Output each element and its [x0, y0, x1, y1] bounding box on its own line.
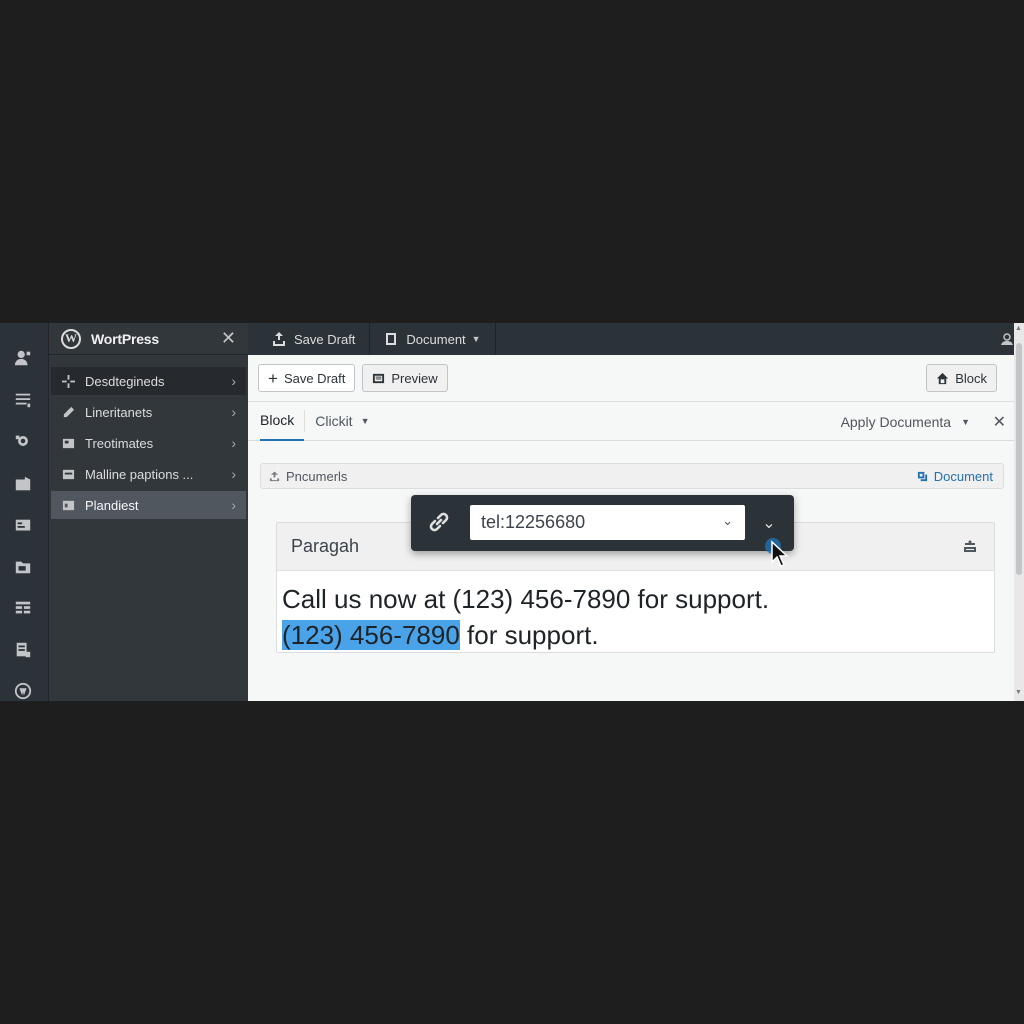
block-button[interactable]: Block — [926, 364, 997, 392]
scrollbar[interactable]: ▲ ▼ — [1014, 323, 1024, 701]
block-label: Block — [955, 370, 987, 386]
preview-icon — [373, 373, 385, 383]
grid-icon[interactable] — [12, 597, 34, 619]
icon-rail — [0, 323, 48, 701]
sidebar-item-label: Plandiest — [85, 497, 139, 513]
chevron-right-icon: › — [231, 404, 236, 420]
users-icon[interactable] — [12, 347, 34, 369]
paragraph-line-1: Call us now at (123) 456-7890 for suppor… — [282, 584, 770, 614]
tools-icon[interactable] — [12, 639, 34, 661]
sidebar-item-label: Treotimates — [85, 435, 154, 451]
home-icon — [937, 372, 949, 384]
block-heading: Paragah — [291, 536, 360, 556]
caret-down-icon: ▼ — [471, 334, 481, 344]
copy-icon — [917, 471, 927, 481]
scrollbar-thumb[interactable] — [1016, 343, 1022, 575]
document-link[interactable]: Document — [917, 469, 993, 484]
plus-icon: + — [268, 368, 278, 388]
tabs-row: Block Clickit ▼ Apply Documenta ▼ ✕ — [248, 401, 1014, 441]
topbar-save-draft-label: Save Draft — [294, 331, 356, 347]
plugin-icon — [61, 498, 75, 512]
sparkle-icon — [61, 374, 75, 388]
link-url-value: tel:12256680 — [481, 512, 586, 532]
link-url-input[interactable]: tel:12256680 ⌄ — [470, 505, 745, 540]
sidebar-item-treotimates[interactable]: Treotimates › — [51, 429, 246, 457]
document-link-label: Document — [933, 468, 993, 484]
sidebar-item-malline-paptions[interactable]: Malline paptions ... › — [51, 460, 246, 488]
wordpress-logo-icon: W — [61, 328, 81, 349]
scroll-down-icon[interactable]: ▼ — [1015, 689, 1022, 696]
upload-icon — [273, 332, 285, 346]
pencil-icon — [61, 405, 75, 419]
sidebar-item-label: Lineritanets — [85, 404, 153, 420]
preview-label: Preview — [391, 370, 438, 386]
wordpress-icon[interactable] — [12, 680, 34, 701]
topbar-save-draft-button[interactable]: Save Draft — [248, 323, 371, 355]
document-icon — [386, 333, 397, 345]
chevron-down-icon[interactable]: ⌄ — [722, 513, 733, 529]
tab-block[interactable]: Block — [260, 401, 305, 441]
folder-icon[interactable] — [12, 556, 34, 578]
sidebar-item-plandiest[interactable]: Plandiest › — [51, 491, 246, 519]
upload-icon — [269, 471, 280, 481]
topbar-document-button[interactable]: Document ▼ — [370, 323, 496, 355]
sidebar-item-lineritanets[interactable]: Lineritanets › — [51, 398, 246, 426]
tab-block-label: Block — [260, 412, 295, 428]
sidebar-header: W WortPress ✕ — [49, 323, 248, 355]
link-icon — [425, 508, 455, 538]
caret-down-icon: ▼ — [961, 417, 970, 427]
document-bar: Pncumerls Document — [260, 463, 1004, 489]
save-draft-label: Save Draft — [283, 370, 346, 386]
close-icon[interactable]: ✕ — [221, 328, 236, 349]
preview-button[interactable]: Preview — [362, 364, 448, 392]
chevron-right-icon: › — [231, 466, 236, 482]
topbar-document-label: Document — [406, 331, 466, 347]
save-draft-button[interactable]: + Save Draft — [258, 364, 356, 392]
media-icon[interactable] — [12, 473, 34, 495]
posts-icon[interactable] — [12, 389, 34, 411]
apply-documents-label: Apply Documenta — [840, 414, 952, 430]
chevron-right-icon: › — [231, 435, 236, 451]
caret-down-icon: ▼ — [360, 416, 370, 426]
paragraph-line-2: (123) 456-7890 for support. — [282, 617, 994, 653]
sidebar-item-label: Desdtegineds — [85, 373, 165, 389]
close-icon[interactable]: ✕ — [993, 402, 1006, 442]
chevron-right-icon: › — [231, 373, 236, 389]
selected-text[interactable]: (123) 456-7890 — [282, 620, 460, 650]
layout-icon — [61, 467, 75, 481]
sidebar-title: WortPress — [91, 330, 159, 347]
paragraph-line-2-rest: for support. — [459, 620, 599, 650]
sidebar: W WortPress ✕ Desdtegineds › Lineritanet… — [48, 323, 248, 701]
editor-toolbar: + Save Draft Preview Block — [248, 355, 1014, 401]
pages-icon[interactable] — [12, 515, 34, 537]
tab-clickit[interactable]: Clickit ▼ — [315, 401, 379, 441]
settings-icon[interactable] — [12, 430, 34, 452]
scroll-up-icon[interactable]: ▲ — [1015, 325, 1022, 332]
tab-clickit-label: Clickit — [315, 413, 353, 429]
paragraph-text[interactable]: Call us now at (123) 456-7890 for suppor… — [277, 571, 994, 653]
block-options-icon[interactable] — [962, 539, 978, 555]
sidebar-item-desdtegineds[interactable]: Desdtegineds › — [51, 367, 246, 395]
document-bar-label: Pncumerls — [286, 468, 348, 484]
apply-documents-dropdown[interactable]: Apply Documenta ▼ — [841, 402, 970, 442]
expand-chevron-icon[interactable]: ⌄ — [759, 513, 779, 533]
sidebar-item-label: Malline paptions ... — [85, 466, 194, 482]
chevron-right-icon: › — [231, 497, 236, 513]
template-icon — [61, 436, 75, 450]
top-bar: Save Draft Document ▼ — [248, 323, 1024, 355]
link-popover: tel:12256680 ⌄ ⌄ — [411, 495, 794, 551]
mouse-pointer-icon — [771, 540, 789, 567]
